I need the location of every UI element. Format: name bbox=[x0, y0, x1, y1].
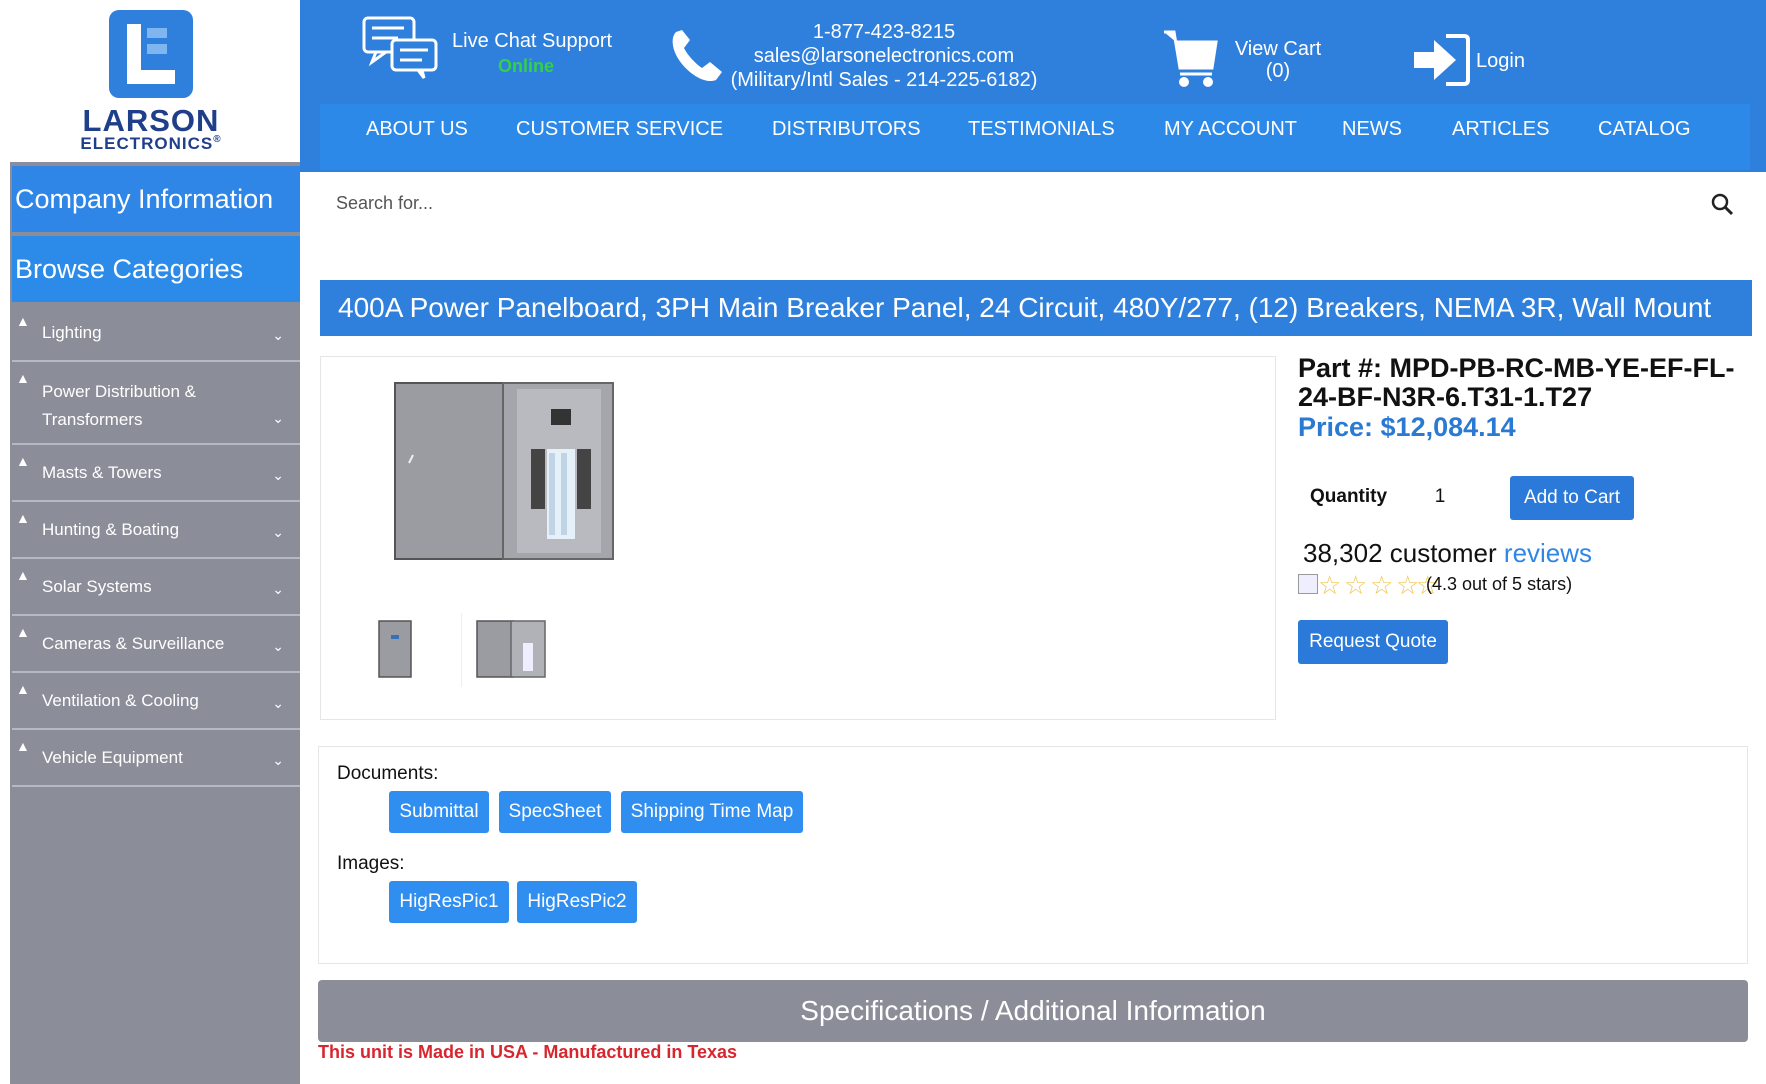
star-icon: ☆ bbox=[1318, 570, 1342, 600]
sidebar-item-label: Hunting & Boating bbox=[42, 520, 180, 539]
sidebar-item-label: Cameras & Surveillance bbox=[42, 634, 225, 653]
chevron-down-icon[interactable]: ⌄ bbox=[272, 467, 284, 484]
star-icon: ☆ bbox=[1370, 570, 1394, 600]
add-to-cart-button[interactable]: Add to Cart bbox=[1510, 476, 1634, 520]
request-quote-button[interactable]: Request Quote bbox=[1298, 620, 1448, 664]
sidebar-item-cameras-surveillance[interactable]: ▲ Cameras & Surveillance ⌄ bbox=[12, 616, 300, 673]
sidebar-item-label: Solar Systems bbox=[42, 577, 152, 596]
nav-catalog[interactable]: CATALOG bbox=[1598, 118, 1691, 141]
sidebar-item-label: Ventilation & Cooling bbox=[42, 691, 199, 710]
sitemap-icon: ▲ bbox=[16, 313, 30, 329]
sidebar-item-label: Lighting bbox=[42, 323, 102, 342]
logo-mark-icon bbox=[109, 10, 193, 98]
view-cart-label: View Cart bbox=[1234, 38, 1322, 60]
nav-articles[interactable]: ARTICLES bbox=[1452, 118, 1549, 141]
star-icon: ☆ bbox=[1344, 570, 1368, 600]
company-information-link[interactable]: Company Information bbox=[12, 166, 300, 232]
view-cart-link[interactable]: View Cart (0) bbox=[1218, 38, 1338, 82]
chat-bubbles-icon[interactable] bbox=[362, 16, 438, 80]
product-page: LARSON ELECTRONICS® Company Information … bbox=[0, 0, 1766, 1084]
sitemap-icon: ▲ bbox=[16, 681, 30, 697]
main-nav: ABOUT US CUSTOMER SERVICE DISTRIBUTORS T… bbox=[320, 104, 1750, 170]
high-res-pic-2-button[interactable]: HigResPic2 bbox=[517, 881, 637, 923]
search-input[interactable] bbox=[318, 180, 1718, 226]
sitemap-icon: ▲ bbox=[16, 738, 30, 754]
sidebar-item-label: Masts & Towers bbox=[42, 463, 162, 482]
documents-label: Documents: bbox=[337, 763, 439, 784]
submittal-button[interactable]: Submittal bbox=[389, 791, 489, 833]
chevron-down-icon[interactable]: ⌄ bbox=[272, 695, 284, 712]
chevron-down-icon[interactable]: ⌄ bbox=[272, 638, 284, 655]
part-number: Part #: MPD-PB-RC-MB-YE-EF-FL-24-BF-N3R-… bbox=[1298, 353, 1735, 412]
nav-news[interactable]: NEWS bbox=[1342, 118, 1402, 141]
browse-categories-header[interactable]: Browse Categories bbox=[12, 236, 300, 302]
sales-email[interactable]: sales@larsonelectronics.com bbox=[724, 44, 1044, 68]
logo-sub: ELECTRONICS® bbox=[80, 134, 222, 153]
sitemap-icon: ▲ bbox=[16, 453, 30, 469]
search-icon[interactable] bbox=[1710, 192, 1734, 216]
chevron-down-icon[interactable]: ⌄ bbox=[272, 327, 284, 344]
phone-icon bbox=[672, 30, 722, 82]
broken-image-icon bbox=[1298, 574, 1318, 594]
sidebar-item-ventilation-cooling[interactable]: ▲ Ventilation & Cooling ⌄ bbox=[12, 673, 300, 730]
sidebar: LARSON ELECTRONICS® Company Information … bbox=[10, 0, 300, 1084]
images-label: Images: bbox=[337, 853, 405, 874]
sidebar-item-power-distribution[interactable]: ▲ Power Distribution & Transformers ⌄ bbox=[12, 362, 300, 445]
chevron-down-icon[interactable]: ⌄ bbox=[272, 524, 284, 541]
chat-status: Online bbox=[498, 56, 555, 76]
sidebar-item-masts-towers[interactable]: ▲ Masts & Towers ⌄ bbox=[12, 445, 300, 502]
documents-panel: Documents: Submittal SpecSheet Shipping … bbox=[318, 746, 1748, 964]
nav-testimonials[interactable]: TESTIMONIALS bbox=[968, 118, 1115, 141]
review-count: 38,302 customer bbox=[1303, 538, 1497, 568]
sitemap-icon: ▲ bbox=[16, 567, 30, 583]
specifications-header[interactable]: Specifications / Additional Information bbox=[318, 980, 1748, 1042]
search-bar bbox=[318, 180, 1758, 230]
sidebar-item-hunting-boating[interactable]: ▲ Hunting & Boating ⌄ bbox=[12, 502, 300, 559]
product-title: 400A Power Panelboard, 3PH Main Breaker … bbox=[320, 280, 1752, 336]
chevron-down-icon[interactable]: ⌄ bbox=[272, 410, 284, 427]
reviews-link[interactable]: reviews bbox=[1504, 538, 1592, 568]
sitemap-icon: ▲ bbox=[16, 624, 30, 640]
made-in-usa-note: This unit is Made in USA - Manufactured … bbox=[318, 1042, 738, 1062]
quantity-label: Quantity bbox=[1310, 486, 1388, 507]
nav-about-us[interactable]: ABOUT US bbox=[366, 118, 468, 141]
chevron-down-icon[interactable]: ⌄ bbox=[272, 752, 284, 769]
review-summary: 38,302 customer reviews bbox=[1303, 538, 1592, 569]
nav-distributors[interactable]: DISTRIBUTORS bbox=[772, 118, 921, 141]
nav-my-account[interactable]: MY ACCOUNT bbox=[1164, 118, 1297, 141]
price: Price: $12,084.14 bbox=[1298, 412, 1516, 442]
cart-icon[interactable] bbox=[1162, 28, 1218, 90]
nav-customer-service[interactable]: CUSTOMER SERVICE bbox=[516, 118, 723, 141]
sidebar-item-vehicle-equipment[interactable]: ▲ Vehicle Equipment ⌄ bbox=[12, 730, 300, 787]
product-thumbnail[interactable] bbox=[475, 619, 547, 679]
contact-info: 1-877-423-8215 sales@larsonelectronics.c… bbox=[724, 20, 1044, 92]
top-header: Live Chat Support Online 1-877-423-8215 … bbox=[300, 0, 1766, 172]
login-icon[interactable] bbox=[1410, 32, 1472, 88]
sidebar-item-lighting[interactable]: ▲ Lighting ⌄ bbox=[12, 305, 300, 362]
product-thumbnail[interactable] bbox=[377, 619, 413, 679]
sidebar-item-solar-systems[interactable]: ▲ Solar Systems ⌄ bbox=[12, 559, 300, 616]
shipping-time-map-button[interactable]: Shipping Time Map bbox=[621, 791, 803, 833]
high-res-pic-1-button[interactable]: HigResPic1 bbox=[389, 881, 509, 923]
sidebar-item-label: Vehicle Equipment bbox=[42, 748, 183, 767]
product-gallery bbox=[320, 356, 1276, 720]
military-sales: (Military/Intl Sales - 214-225-6182) bbox=[730, 69, 1038, 91]
cart-count: (0) bbox=[1265, 60, 1291, 82]
quantity-input[interactable] bbox=[1400, 478, 1480, 516]
phone-number[interactable]: 1-877-423-8215 bbox=[724, 20, 1044, 44]
specsheet-button[interactable]: SpecSheet bbox=[499, 791, 611, 833]
product-image[interactable] bbox=[393, 379, 615, 563]
rating-text: (4.3 out of 5 stars) bbox=[1426, 574, 1573, 594]
thumb-divider bbox=[461, 613, 462, 687]
sidebar-item-label: Power Distribution & Transformers bbox=[42, 382, 197, 429]
sitemap-icon: ▲ bbox=[16, 510, 30, 526]
chevron-down-icon[interactable]: ⌄ bbox=[272, 581, 284, 598]
login-link[interactable]: Login bbox=[1476, 50, 1525, 73]
live-chat-link[interactable]: Live Chat Support bbox=[452, 30, 612, 53]
larson-logo[interactable]: LARSON ELECTRONICS® bbox=[10, 0, 300, 162]
